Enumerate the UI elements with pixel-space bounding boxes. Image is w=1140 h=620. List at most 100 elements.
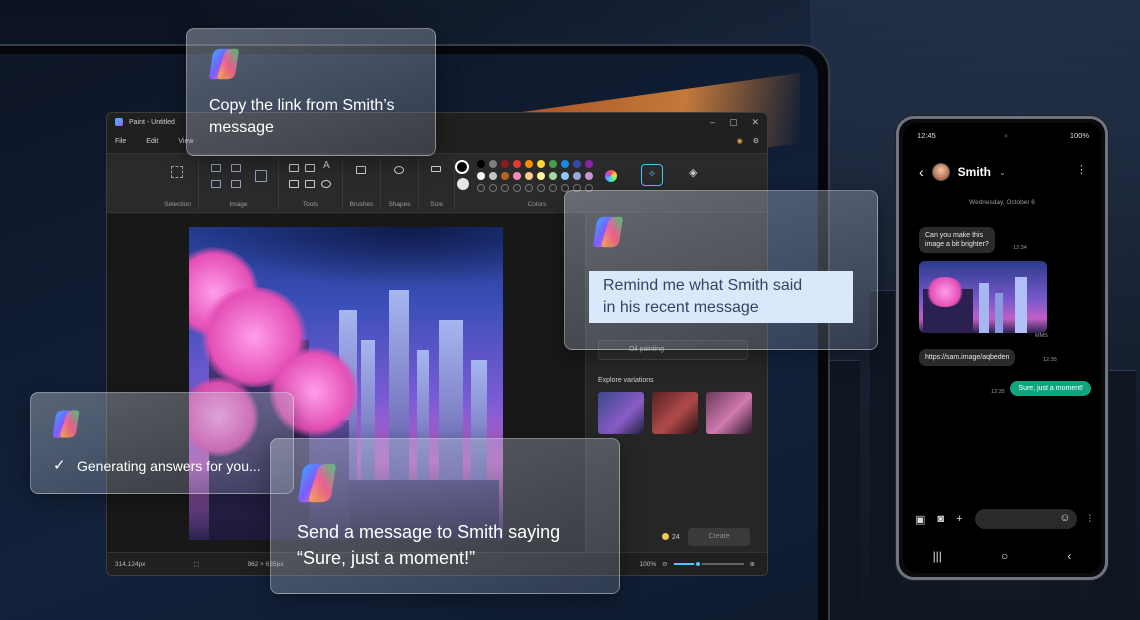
palette-swatch[interactable]: [561, 172, 569, 180]
outgoing-message[interactable]: Sure, just a moment!: [1010, 381, 1091, 396]
add-icon[interactable]: +: [956, 513, 962, 525]
zoom-level[interactable]: 100%: [639, 561, 656, 568]
secondary-color[interactable]: [457, 178, 469, 190]
battery-level: 100%: [1069, 131, 1089, 140]
zoom-out-icon[interactable]: ⊖: [662, 560, 667, 568]
prompt-highlight: Remind me what Smith said in his recent …: [589, 271, 853, 323]
palette-swatch[interactable]: [525, 184, 533, 192]
menu-edit[interactable]: Edit: [146, 138, 158, 145]
shapes-icon[interactable]: [394, 166, 404, 174]
link-message[interactable]: https://sam.image/aqbeden: [919, 349, 1016, 366]
fill-icon[interactable]: [305, 164, 315, 172]
background-removal-icon[interactable]: [255, 170, 267, 182]
palette-swatch[interactable]: [585, 160, 593, 168]
zoom-in-icon[interactable]: ⊕: [750, 560, 755, 568]
variation-thumbnail[interactable]: [706, 392, 752, 434]
palette-swatch[interactable]: [477, 160, 485, 168]
phone: 12:45 ● 100% ‹ Smith ⌄ ⋮ Wednesday, Octo…: [896, 116, 1108, 580]
palette-swatch[interactable]: [501, 172, 509, 180]
color-picker-icon[interactable]: [305, 180, 315, 188]
recents-icon[interactable]: |||: [933, 549, 942, 563]
incoming-message[interactable]: Can you make this image a bit brighter?: [919, 227, 995, 253]
pencil-icon[interactable]: [289, 164, 299, 172]
palette-swatch[interactable]: [525, 160, 533, 168]
palette-swatch[interactable]: [489, 160, 497, 168]
palette-swatch[interactable]: [549, 160, 557, 168]
text-icon[interactable]: A: [323, 160, 330, 171]
palette-swatch[interactable]: [477, 172, 485, 180]
select-icon[interactable]: [231, 180, 241, 188]
back-nav-icon[interactable]: ‹: [1067, 549, 1071, 563]
voice-icon[interactable]: ⫶: [1089, 514, 1092, 525]
home-icon[interactable]: ○: [1001, 549, 1008, 563]
maximize-button[interactable]: ▢: [729, 117, 738, 128]
palette-swatch[interactable]: [537, 172, 545, 180]
palette-swatch[interactable]: [585, 172, 593, 180]
cocreator-icon[interactable]: ◉: [737, 137, 743, 145]
close-button[interactable]: ✕: [751, 117, 759, 128]
crop-icon[interactable]: [211, 164, 221, 172]
image-group: Image: [199, 158, 279, 210]
tools-group: A Tools: [279, 158, 343, 210]
rotate-icon[interactable]: [211, 180, 221, 188]
layers-icon[interactable]: ◈: [689, 166, 697, 179]
minimize-button[interactable]: –: [710, 117, 715, 128]
back-icon[interactable]: ‹: [919, 164, 924, 180]
card-text-line1: Send a message to Smith saying: [297, 522, 561, 542]
palette-swatch[interactable]: [549, 184, 557, 192]
mms-image[interactable]: [919, 261, 1047, 333]
phone-time: 12:45: [917, 131, 936, 140]
paint-logo-icon: [115, 118, 123, 126]
palette-swatch[interactable]: [477, 184, 485, 192]
size-icon[interactable]: [431, 166, 441, 172]
variation-thumbnail[interactable]: [652, 392, 698, 434]
palette-swatch[interactable]: [513, 172, 521, 180]
palette-swatch[interactable]: [489, 184, 497, 192]
palette-swatch[interactable]: [573, 172, 581, 180]
avatar[interactable]: [931, 163, 950, 181]
edit-colors-icon[interactable]: [605, 170, 617, 182]
palette-swatch[interactable]: [573, 160, 581, 168]
more-options-icon[interactable]: ⋮: [1076, 163, 1087, 176]
palette-swatch[interactable]: [561, 160, 569, 168]
gallery-icon[interactable]: ▣: [915, 513, 925, 526]
card-text-line2: “Sure, just a moment!”: [297, 548, 476, 568]
cocreator-button[interactable]: ✧: [641, 164, 663, 186]
palette-swatch[interactable]: [537, 160, 545, 168]
copilot-icon: [593, 216, 623, 248]
palette-swatch[interactable]: [501, 184, 509, 192]
selection-icon[interactable]: [171, 166, 183, 178]
palette-swatch[interactable]: [525, 172, 533, 180]
copilot-icon: [298, 463, 336, 503]
variation-thumbnail[interactable]: [598, 392, 644, 434]
palette-swatch[interactable]: [501, 160, 509, 168]
palette-swatch[interactable]: [537, 184, 545, 192]
eraser-icon[interactable]: [289, 180, 299, 188]
zoom-slider[interactable]: [673, 560, 744, 568]
magnifier-icon[interactable]: [321, 180, 331, 188]
emoji-icon[interactable]: ☺: [1059, 512, 1070, 524]
menu-file[interactable]: File: [115, 138, 126, 145]
message-input[interactable]: ☺: [974, 509, 1077, 529]
contact-name[interactable]: Smith: [958, 165, 991, 179]
palette-swatch[interactable]: [549, 172, 557, 180]
palette-swatch[interactable]: [513, 184, 521, 192]
settings-icon[interactable]: ⚙: [753, 137, 759, 145]
message-time: 12:35: [1043, 357, 1057, 363]
selection-group: Selection: [157, 158, 199, 210]
palette-swatch[interactable]: [513, 160, 521, 168]
cursor-position: 314,124px: [115, 560, 146, 568]
palette-swatch[interactable]: [489, 172, 497, 180]
copilot-card-send: Send a message to Smith saying “Sure, ju…: [270, 438, 620, 594]
create-button[interactable]: Create: [688, 528, 750, 546]
camera-icon[interactable]: ◙: [937, 513, 944, 525]
primary-color[interactable]: [455, 160, 469, 174]
copilot-card-remind: Remind me what Smith said in his recent …: [564, 190, 878, 350]
date-divider: Wednesday, October 6: [969, 199, 1035, 206]
conversation-header: ‹ Smith ⌄: [919, 163, 1006, 181]
phone-screen: 12:45 ● 100% ‹ Smith ⌄ ⋮ Wednesday, Octo…: [903, 123, 1101, 573]
chevron-down-icon[interactable]: ⌄: [999, 168, 1006, 177]
brushes-group: Brushes: [343, 158, 381, 210]
resize-icon[interactable]: [231, 164, 241, 172]
brush-icon[interactable]: [356, 166, 366, 174]
